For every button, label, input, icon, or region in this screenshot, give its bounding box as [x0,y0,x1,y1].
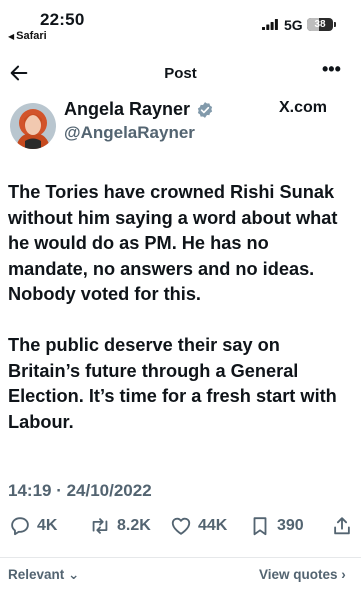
like-button[interactable]: 44K [170,515,227,537]
tweet-timestamp: 14:19 · 24/10/2022 [8,481,152,500]
sort-label: Relevant [8,567,65,582]
heart-icon [171,517,191,535]
reply-icon [11,517,29,536]
tweet-paragraph-1: The Tories have crowned Rishi Sunak with… [8,182,338,305]
avatar[interactable] [10,103,56,149]
battery-cap [334,22,336,27]
verified-badge-icon [197,101,213,118]
repost-button[interactable]: 8.2K [89,515,151,537]
page-title: Post [164,65,197,82]
status-bar: 22:50 ◀ Safari 5G 38 [0,0,361,44]
back-to-safari[interactable]: ◀ Safari [8,30,47,42]
reply-count: 4K [37,517,58,534]
author-name-row[interactable]: Angela Rayner [64,99,214,120]
source-text: X.com [279,99,328,116]
back-triangle-icon: ◀ [8,32,15,41]
author-handle[interactable]: @AngelaRayner [64,123,195,143]
divider [0,557,361,558]
avatar-image [10,103,56,149]
source-label: X.com [279,99,327,117]
reply-button[interactable]: 4K [9,515,57,537]
battery-icon: 38 [307,18,333,31]
sort-dropdown[interactable]: Relevant ⌄ [8,567,79,583]
bookmark-count: 390 [277,517,304,534]
repost-count: 8.2K [117,517,151,534]
top-nav: Post ••• [0,58,361,92]
chevron-right-icon: › [341,567,346,582]
bookmark-icon [253,517,267,536]
status-time: 22:50 [40,10,85,29]
view-quotes-label: View quotes [259,567,338,582]
chevron-down-icon: ⌄ [68,567,80,582]
view-quotes-link[interactable]: View quotes › [259,567,346,582]
repost-icon [92,518,108,534]
network-type: 5G [284,17,303,33]
tweet-paragraph-2: The public deserve their say on Britain’… [8,334,337,432]
author-name[interactable]: Angela Rayner [64,99,190,120]
like-count: 44K [198,517,228,534]
tweet-text: The Tories have crowned Rishi Sunak with… [8,180,353,435]
action-bar: 4K 8.2K 44K 390 [0,515,361,543]
share-icon [334,517,350,535]
share-button[interactable] [331,515,353,542]
back-app-label: Safari [16,30,47,42]
battery-level: 38 [314,19,326,30]
more-options-icon[interactable]: ••• [322,60,346,82]
bookmark-button[interactable]: 390 [249,515,304,537]
cellular-signal-icon [262,19,278,30]
